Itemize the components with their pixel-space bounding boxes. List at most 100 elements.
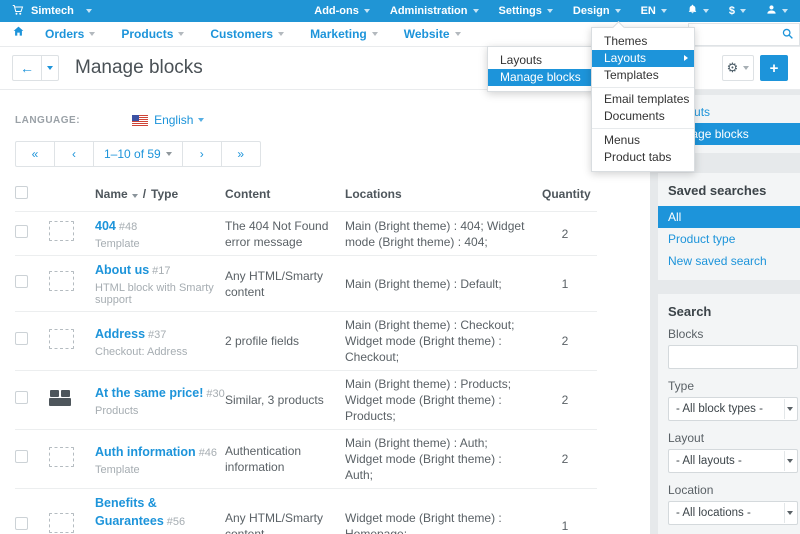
- nav-item-orders[interactable]: Orders: [45, 27, 95, 41]
- blocks-table: Name/Type Content Locations Quantity 404…: [15, 177, 597, 534]
- nav-item-website[interactable]: Website: [404, 27, 461, 41]
- chevron-down-icon: [364, 9, 370, 13]
- chevron-down-icon: [166, 152, 172, 156]
- location-field-label: Location: [658, 473, 800, 501]
- chevron-down-icon: [455, 32, 461, 36]
- settings-gear-button[interactable]: ⚙: [722, 55, 754, 81]
- chevron-down-icon: [473, 9, 479, 13]
- gear-icon: ⚙: [727, 60, 739, 76]
- pagination-last-button[interactable]: »: [221, 141, 261, 167]
- menu-item-documents[interactable]: Documents: [592, 108, 694, 125]
- pagination-next-button[interactable]: ›: [182, 141, 222, 167]
- bell-icon: [687, 4, 698, 18]
- menu-item-product-tabs[interactable]: Product tabs: [592, 149, 694, 166]
- chevron-right-icon: [684, 55, 688, 61]
- home-icon[interactable]: [12, 25, 25, 43]
- chevron-down-icon: [372, 32, 378, 36]
- search-panel-title: Search: [658, 294, 800, 327]
- blocks-field-label: Blocks: [658, 327, 800, 345]
- plus-icon: +: [770, 60, 779, 77]
- select-all-checkbox[interactable]: [15, 186, 28, 199]
- topbar: Simtech Add-ons Administration Settings …: [0, 0, 800, 22]
- topbar-item-addons[interactable]: Add-ons: [314, 5, 370, 17]
- layout-select[interactable]: - All layouts -: [668, 449, 798, 473]
- table-row: Address#37Checkout: Address 2 profile fi…: [15, 311, 597, 370]
- new-saved-search-link[interactable]: New saved search: [658, 250, 800, 272]
- nav-item-customers[interactable]: Customers: [210, 27, 284, 41]
- row-checkbox[interactable]: [15, 391, 28, 404]
- block-placeholder-icon: [49, 271, 74, 291]
- topbar-item-administration[interactable]: Administration: [390, 5, 479, 17]
- cart-icon: [12, 4, 24, 19]
- submenu-item-layouts[interactable]: Layouts: [488, 52, 596, 69]
- type-select[interactable]: - All block types -: [668, 397, 798, 421]
- menu-item-themes[interactable]: Themes: [592, 33, 694, 50]
- language-selector[interactable]: English: [154, 113, 204, 127]
- topbar-item-settings[interactable]: Settings: [499, 5, 553, 17]
- nav-item-marketing[interactable]: Marketing: [310, 27, 378, 41]
- chevron-down-icon: [703, 9, 709, 13]
- block-placeholder-icon: [49, 447, 74, 467]
- pagination-prev-button[interactable]: ‹: [54, 141, 94, 167]
- pagination-first-button[interactable]: «: [15, 141, 55, 167]
- row-checkbox[interactable]: [15, 225, 28, 238]
- saved-search-all[interactable]: All: [658, 206, 800, 228]
- add-block-button[interactable]: +: [760, 55, 788, 81]
- chevron-down-icon: [787, 459, 793, 463]
- search-button[interactable]: [775, 24, 799, 45]
- store-menu[interactable]: Simtech: [12, 4, 92, 19]
- menu-item-menus[interactable]: Menus: [592, 132, 694, 149]
- search-input[interactable]: [689, 24, 775, 45]
- topbar-item-language[interactable]: EN: [641, 5, 667, 17]
- table-row: At the same price!#30Products Similar, 3…: [15, 370, 597, 429]
- page-title: Manage blocks: [75, 57, 203, 79]
- column-name-type[interactable]: Name/Type: [95, 187, 225, 201]
- chevron-down-icon: [743, 66, 749, 70]
- chevron-down-icon: [740, 9, 746, 13]
- brand-label: Simtech: [31, 5, 74, 17]
- location-select[interactable]: - All locations -: [668, 501, 798, 525]
- block-name-link[interactable]: At the same price!: [95, 386, 203, 400]
- chevron-down-icon: [547, 9, 553, 13]
- admin-window: Simtech Add-ons Administration Settings …: [0, 0, 800, 534]
- block-name-link[interactable]: Benefits & Guarantees: [95, 496, 164, 528]
- sort-desc-icon: [132, 194, 138, 198]
- column-quantity: Quantity: [542, 187, 588, 201]
- products-icon: [49, 390, 95, 411]
- layout-field-label: Layout: [658, 421, 800, 449]
- menu-item-templates[interactable]: Templates: [592, 67, 694, 84]
- block-name-link[interactable]: About us: [95, 263, 149, 277]
- currency-menu[interactable]: $: [729, 5, 746, 17]
- chevron-down-icon: [278, 32, 284, 36]
- search-panel: Search Blocks Type - All block types - L…: [658, 294, 800, 534]
- column-locations: Locations: [345, 187, 542, 201]
- nav-item-products[interactable]: Products: [121, 27, 184, 41]
- menu-item-email-templates[interactable]: Email templates: [592, 91, 694, 108]
- chevron-down-icon: [198, 118, 204, 122]
- saved-search-product-type[interactable]: Product type: [658, 228, 800, 250]
- user-menu[interactable]: [766, 4, 788, 18]
- blocks-search-field[interactable]: [668, 345, 798, 369]
- user-icon: [766, 4, 777, 18]
- row-checkbox[interactable]: [15, 332, 28, 345]
- row-checkbox[interactable]: [15, 450, 28, 463]
- topbar-item-design[interactable]: Design: [573, 5, 621, 17]
- pagination: « ‹ 1–10 of 59 › »: [15, 141, 261, 167]
- column-content: Content: [225, 187, 345, 201]
- chevron-down-icon: [787, 511, 793, 515]
- row-checkbox[interactable]: [15, 517, 28, 530]
- notifications-menu[interactable]: [687, 4, 709, 18]
- back-history-button[interactable]: [41, 55, 59, 81]
- main-content: LANGUAGE: English « ‹ 1–10 of 59 › » Nam…: [0, 90, 650, 534]
- table-row: Benefits & Guarantees#56HTML block with …: [15, 488, 597, 534]
- block-name-link[interactable]: Auth information: [95, 445, 196, 459]
- row-checkbox[interactable]: [15, 275, 28, 288]
- block-name-link[interactable]: Address: [95, 327, 145, 341]
- block-name-link[interactable]: 404: [95, 219, 116, 233]
- submenu-item-manage-blocks[interactable]: Manage blocks: [488, 69, 596, 86]
- menu-item-layouts[interactable]: Layouts: [592, 50, 694, 67]
- chevron-down-icon: [615, 9, 621, 13]
- pagination-range-button[interactable]: 1–10 of 59: [93, 141, 183, 167]
- layouts-submenu: Layouts Manage blocks: [487, 46, 597, 92]
- back-button[interactable]: ←: [12, 55, 42, 81]
